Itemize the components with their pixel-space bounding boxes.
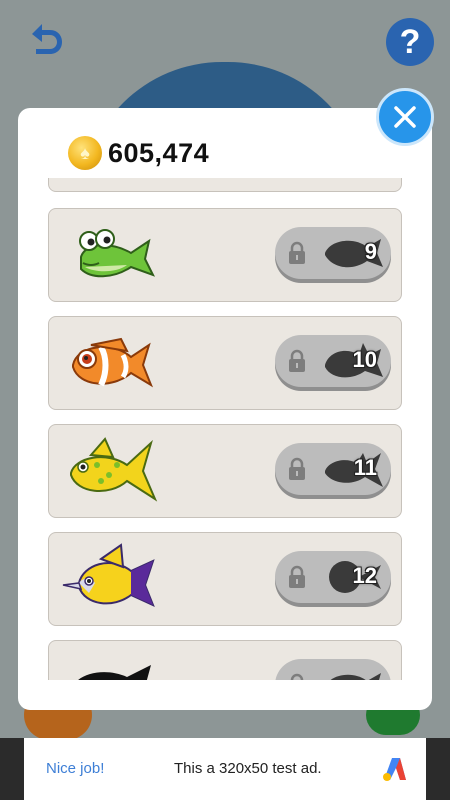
yellow-tang-fish-icon (62, 543, 155, 607)
yellow-spotted-fish-icon (70, 437, 158, 502)
locked-fish-silhouette-icon (78, 665, 151, 680)
ad-content[interactable]: Nice job! This a 320x50 test ad. (24, 738, 426, 800)
help-icon: ? (399, 22, 421, 61)
level-label: 10 (352, 347, 377, 372)
green-frog-fish-icon (79, 229, 156, 278)
coin-icon: ♠ (68, 136, 102, 170)
close-icon (394, 106, 416, 128)
lock-icon (289, 349, 305, 372)
close-button[interactable] (376, 88, 434, 146)
ad-left-text: Nice job! (46, 760, 105, 777)
ad-center-text: This a 320x50 test ad. (174, 760, 322, 777)
list-item (48, 178, 402, 192)
lock-icon (289, 457, 305, 480)
ad-banner[interactable]: Nice job! This a 320x50 test ad. (0, 738, 450, 800)
level-label: 9 (364, 239, 377, 264)
unlock-button[interactable] (275, 659, 391, 680)
lock-icon (289, 241, 305, 264)
list-item: 9 (48, 208, 402, 302)
list-item: 10 (48, 316, 402, 410)
back-button[interactable] (22, 18, 66, 62)
unlock-button[interactable]: 11 (275, 443, 391, 495)
list-item (48, 640, 402, 680)
unlock-button[interactable]: 10 (275, 335, 391, 387)
unlock-button[interactable]: 12 (275, 551, 391, 603)
coin-amount: 605,474 (108, 137, 210, 168)
lock-icon (290, 673, 304, 680)
back-arrow-icon (32, 24, 62, 54)
level-label: 11 (353, 455, 377, 480)
clownfish-icon (72, 337, 154, 388)
help-button[interactable]: ? (386, 18, 434, 66)
ad-network-logo-icon (383, 758, 406, 781)
lock-icon (289, 565, 305, 588)
fish-list[interactable]: 9 10 11 12 (48, 178, 402, 680)
unlock-button[interactable]: 9 (275, 227, 391, 279)
list-item: 11 (48, 424, 402, 518)
list-item: 12 (48, 532, 402, 626)
level-label: 12 (352, 563, 377, 588)
fish-silhouette-icon (330, 673, 381, 680)
coin-balance: ♠ 605,474 (68, 136, 209, 170)
